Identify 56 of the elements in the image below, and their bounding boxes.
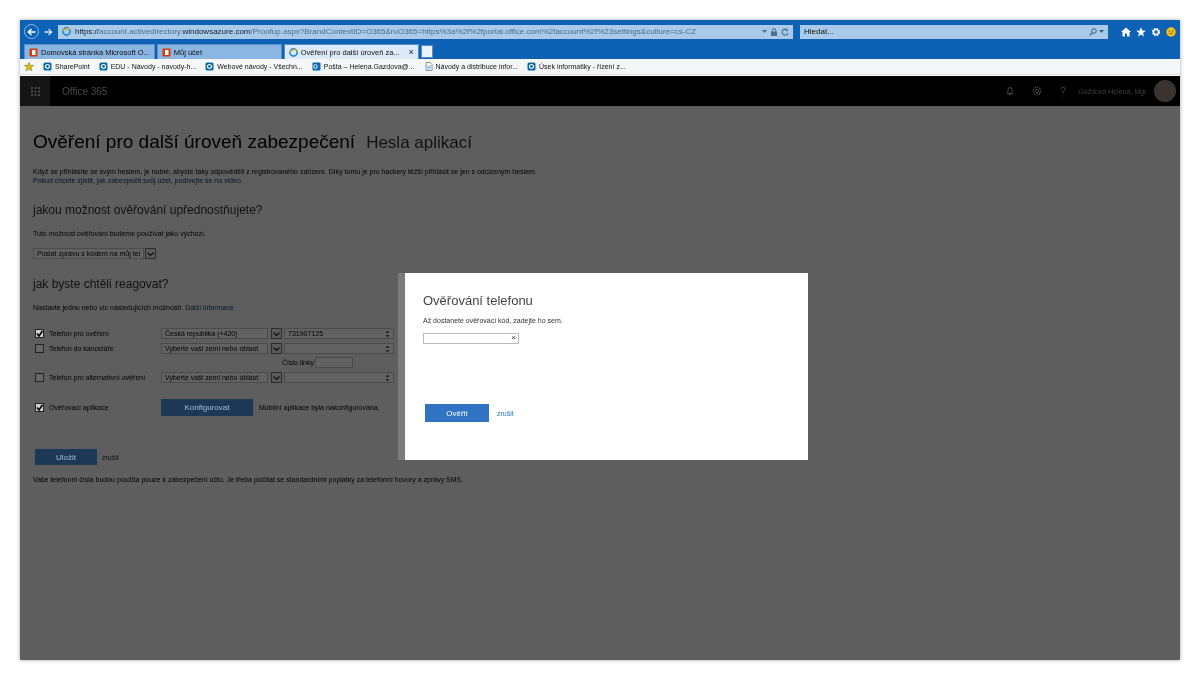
section-heading: jakou možnost ověřování upřednostňujete? xyxy=(33,203,264,217)
verify-button[interactable]: Ověřit xyxy=(425,404,489,422)
avatar[interactable] xyxy=(1154,80,1176,102)
dialog-title: Ověřování telefonu xyxy=(423,293,534,308)
chevron-down-icon xyxy=(273,331,280,336)
spinner-icon[interactable] xyxy=(385,373,390,382)
address-bar[interactable]: https://account.activedirectory.windowsazure.com/Proofup.aspx?BrandContextID=O365&ruO365=https%3a%2f%2fportal.office.com%2faccount%2f%23settings&culture=cs-CZ xyxy=(58,24,793,39)
home-icon[interactable] xyxy=(1121,26,1131,37)
checkmark-icon xyxy=(36,330,43,337)
checkbox[interactable] xyxy=(35,344,44,353)
star-icon[interactable] xyxy=(1136,26,1146,37)
app-title: Office 365 xyxy=(62,85,109,97)
chevron-down-icon xyxy=(273,375,280,380)
lock-icon xyxy=(771,27,777,36)
office-icon xyxy=(29,47,38,57)
forward-button[interactable] xyxy=(44,27,53,36)
page-icon xyxy=(423,62,433,71)
save-button[interactable]: Uložit xyxy=(35,449,97,465)
clear-button[interactable]: × xyxy=(511,334,516,342)
bell-icon[interactable] xyxy=(1006,86,1015,96)
app-launcher-button[interactable] xyxy=(20,76,50,106)
section-heading: jak byste chtěli reagovat? xyxy=(33,277,170,291)
page-title: Ověření pro další úroveň zabezpečení xyxy=(33,131,356,153)
globe-icon xyxy=(288,47,298,57)
code-input-field[interactable] xyxy=(423,333,519,344)
checkbox[interactable] xyxy=(35,403,44,412)
favorites-star-icon[interactable] xyxy=(24,62,34,71)
dropdown-arrow-icon[interactable] xyxy=(762,30,767,33)
close-tab-button[interactable]: × xyxy=(408,47,414,57)
help-icon[interactable] xyxy=(1060,85,1067,97)
dropdown-button[interactable] xyxy=(271,372,282,383)
spinner-icon[interactable] xyxy=(385,344,390,353)
dropdown-arrow-icon[interactable] xyxy=(1099,30,1104,33)
dropdown-button[interactable] xyxy=(145,248,157,259)
checkbox[interactable] xyxy=(35,373,44,382)
arrow-right-icon xyxy=(44,27,53,36)
checkbox[interactable] xyxy=(35,329,44,338)
new-tab-button[interactable] xyxy=(420,45,433,58)
office-icon xyxy=(161,47,171,57)
smiley-icon[interactable] xyxy=(1166,26,1176,37)
globe-icon xyxy=(62,27,71,36)
extension-field[interactable] xyxy=(314,357,353,368)
dropdown-button[interactable] xyxy=(271,328,282,339)
search-field[interactable]: Hledat... xyxy=(800,24,1108,39)
arrow-left-icon xyxy=(27,27,36,36)
grid-icon xyxy=(30,86,40,96)
search-icon[interactable] xyxy=(1089,27,1097,36)
spinner-icon[interactable] xyxy=(385,329,390,338)
phone-number-field[interactable] xyxy=(284,343,394,354)
chevron-down-icon xyxy=(147,251,155,256)
configure-button[interactable]: Konfigurovat xyxy=(161,399,253,416)
refresh-icon[interactable] xyxy=(781,27,789,36)
phone-number-field[interactable] xyxy=(284,372,394,383)
chevron-down-icon xyxy=(273,346,280,351)
dropdown-button[interactable] xyxy=(271,343,282,354)
checkmark-icon xyxy=(36,404,43,411)
